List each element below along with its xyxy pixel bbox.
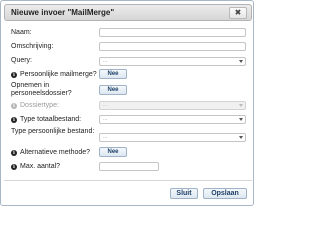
- dossiertype-select: ...: [99, 101, 246, 110]
- alternatieve-methode-label: Alternatieve methode?: [20, 149, 91, 156]
- chevron-down-icon: [239, 104, 243, 107]
- info-icon[interactable]: i: [11, 164, 17, 170]
- type-persoonlijke-select[interactable]: ...: [99, 133, 246, 142]
- chevron-down-icon: [239, 118, 243, 121]
- naam-input[interactable]: [99, 28, 246, 37]
- type-totaalbestand-label: Type totaalbestand:: [20, 116, 82, 123]
- opnemen-label-line2: personeelsdossier?: [11, 90, 72, 97]
- opslaan-button[interactable]: Opslaan: [203, 188, 247, 199]
- info-icon: i: [11, 103, 17, 109]
- type-persoonlijke-select-value: ...: [103, 134, 108, 140]
- footer-divider: [4, 180, 252, 181]
- info-icon[interactable]: i: [11, 150, 17, 156]
- mailmerge-dialog: Nieuwe invoer "MailMerge" ✖ Naam: Omschr…: [0, 0, 254, 206]
- chevron-down-icon: [239, 60, 243, 63]
- max-aantal-label: Max. aantal?: [20, 163, 61, 170]
- persoonlijke-mailmerge-label: Persoonlijke mailmerge?: [20, 71, 97, 78]
- dossiertype-label: Dossiertype:: [20, 102, 59, 109]
- persoonlijke-mailmerge-toggle[interactable]: Nee: [99, 69, 127, 79]
- dialog-titlebar[interactable]: Nieuwe invoer "MailMerge" ✖: [4, 4, 252, 21]
- type-totaalbestand-select[interactable]: ...: [99, 115, 246, 124]
- close-button[interactable]: ✖: [229, 7, 247, 19]
- query-select[interactable]: ...: [99, 57, 246, 66]
- omschrijving-label: Omschrijving:: [11, 43, 54, 50]
- dossiertype-select-value: ...: [103, 102, 108, 108]
- max-aantal-input[interactable]: [99, 162, 159, 171]
- query-select-value: ...: [103, 58, 108, 64]
- alternatieve-methode-toggle[interactable]: Nee: [99, 147, 127, 157]
- naam-label: Naam:: [11, 29, 32, 36]
- chevron-down-icon: [239, 136, 243, 139]
- info-icon[interactable]: i: [11, 72, 17, 78]
- close-icon: ✖: [234, 8, 242, 17]
- opnemen-dossier-toggle[interactable]: Nee: [99, 85, 127, 95]
- query-label: Query:: [11, 57, 33, 64]
- info-icon[interactable]: i: [11, 117, 17, 123]
- omschrijving-input[interactable]: [99, 42, 246, 51]
- type-totaalbestand-select-value: ...: [103, 116, 108, 122]
- type-persoonlijke-label-line1: Type persoonlijke bestand:: [11, 128, 95, 135]
- dialog-title: Nieuwe invoer "MailMerge": [11, 8, 115, 17]
- sluit-button[interactable]: Sluit: [170, 188, 198, 199]
- opnemen-label-line1: Opnemen in: [11, 82, 50, 89]
